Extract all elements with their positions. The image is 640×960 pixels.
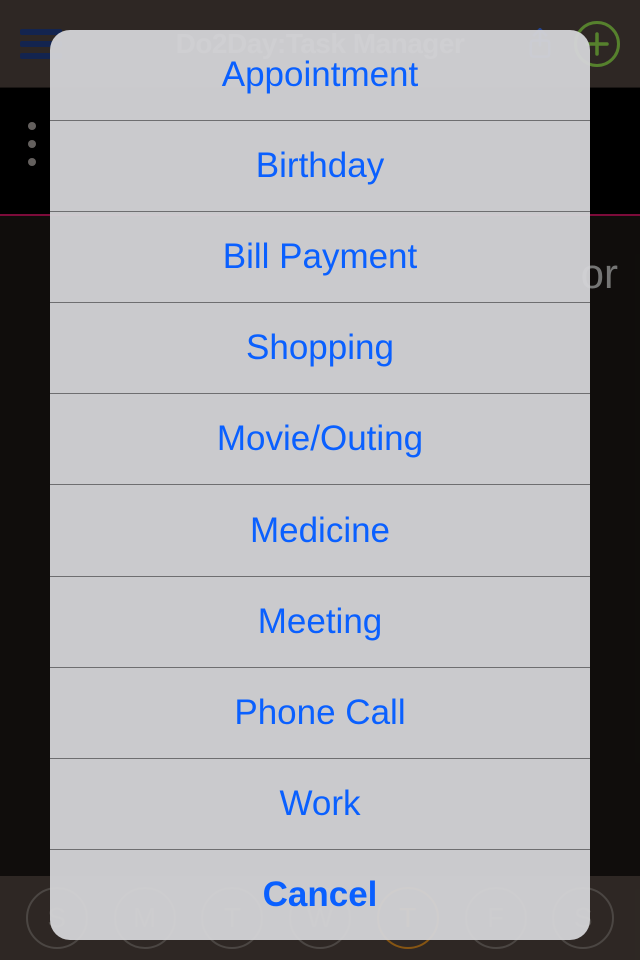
sheet-item-medicine[interactable]: Medicine bbox=[50, 485, 590, 576]
sheet-item-bill-payment[interactable]: Bill Payment bbox=[50, 212, 590, 303]
sheet-item-birthday[interactable]: Birthday bbox=[50, 121, 590, 212]
sheet-cancel-button[interactable]: Cancel bbox=[50, 850, 590, 940]
category-action-sheet: Appointment Birthday Bill Payment Shoppi… bbox=[50, 30, 590, 940]
sheet-item-meeting[interactable]: Meeting bbox=[50, 577, 590, 668]
sheet-item-movie-outing[interactable]: Movie/Outing bbox=[50, 394, 590, 485]
sheet-item-shopping[interactable]: Shopping bbox=[50, 303, 590, 394]
sheet-item-phone-call[interactable]: Phone Call bbox=[50, 668, 590, 759]
sheet-item-appointment[interactable]: Appointment bbox=[50, 30, 590, 121]
sheet-item-work[interactable]: Work bbox=[50, 759, 590, 850]
